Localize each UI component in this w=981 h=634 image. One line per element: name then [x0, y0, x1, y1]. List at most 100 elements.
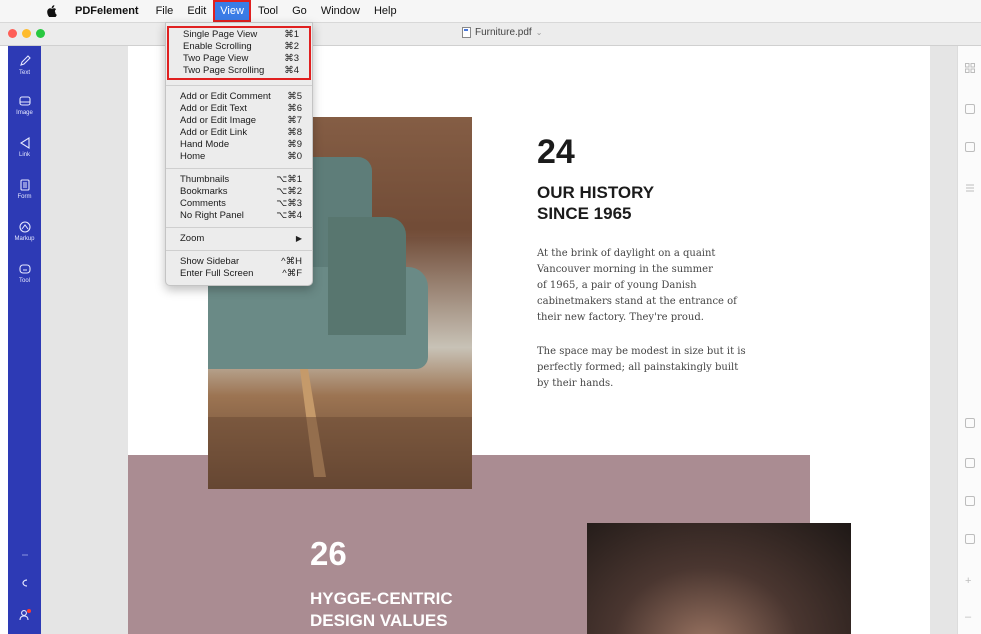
history-paragraph-1: At the brink of daylight on a quaint Van… [537, 248, 737, 323]
form-icon [19, 179, 30, 191]
tool-text-label: Text [18, 70, 30, 76]
tool-image[interactable]: Image [8, 94, 41, 116]
tool-form-label: Form [17, 194, 32, 200]
tool-tool[interactable]: Tool [8, 262, 41, 284]
tool-text[interactable]: Text [8, 54, 41, 76]
tool-image-label: Image [16, 110, 33, 116]
menu-item-shortcut: ⌥⌘3 [276, 198, 302, 209]
menu-separator [166, 227, 312, 228]
thumbnail-icon[interactable] [965, 418, 975, 428]
pencil-icon [19, 55, 31, 66]
image-icon [18, 96, 31, 106]
apple-icon[interactable] [44, 5, 58, 17]
tool-tool-label: Tool [18, 278, 30, 284]
menu-item-shortcut: ⌘1 [284, 29, 299, 40]
menu-bar: PDFelement File Edit View Tool Go Window… [0, 0, 981, 23]
page-icon[interactable] [965, 104, 975, 114]
bookmark-icon[interactable] [965, 142, 975, 152]
menu-item-hand-mode[interactable]: Hand Mode ⌘9 [166, 139, 312, 151]
menu-go[interactable]: Go [285, 0, 314, 22]
menu-item-shortcut: ⌘5 [287, 91, 302, 102]
layers-icon[interactable] [965, 458, 975, 468]
page-number-26: 26 [310, 535, 347, 572]
zoom-window-button[interactable] [36, 29, 45, 38]
menu-item-shortcut: ⌘9 [287, 139, 302, 150]
view-menu-dropdown: Single Page View ⌘1 Enable Scrolling ⌘2 Tw… [165, 22, 313, 286]
menu-item-thumbnails[interactable]: Thumbnails ⌥⌘1 [166, 174, 312, 186]
tool-link[interactable]: Link [8, 136, 41, 158]
tool-markup[interactable]: Markup [8, 220, 41, 242]
window-titlebar: Furniture.pdf ⌄ [0, 23, 981, 46]
markup-icon [18, 221, 31, 233]
grid-view-icon[interactable] [965, 60, 975, 73]
zoom-out-icon[interactable]: – [965, 612, 975, 623]
menu-item-label: Enable Scrolling [183, 41, 252, 52]
menu-item-two-page-scrolling[interactable]: Two Page Scrolling ⌘4 [169, 65, 309, 77]
menu-tool[interactable]: Tool [251, 0, 285, 22]
minimize-window-button[interactable] [22, 29, 31, 38]
traffic-lights [8, 29, 45, 38]
menu-item-shortcut: ⌘7 [287, 115, 302, 126]
lamp-photo [587, 523, 851, 634]
menu-edit[interactable]: Edit [180, 0, 213, 22]
menu-item-single-page-view[interactable]: Single Page View ⌘1 [169, 29, 309, 41]
menu-item-add-edit-text[interactable]: Add or Edit Text ⌘6 [166, 103, 312, 115]
menu-item-shortcut: ⌥⌘4 [276, 210, 302, 221]
menu-item-shortcut: ⌘8 [287, 127, 302, 138]
menu-item-shortcut: ⌥⌘2 [276, 186, 302, 197]
menu-item-label: No Right Panel [180, 210, 244, 221]
menu-item-no-right-panel[interactable]: No Right Panel ⌥⌘4 [166, 210, 312, 222]
menu-item-label: Two Page Scrolling [183, 65, 265, 76]
menu-pdfelement[interactable]: PDFelement [68, 0, 149, 22]
menu-item-shortcut: ⌘3 [284, 53, 299, 64]
menu-item-home[interactable]: Home ⌘0 [166, 151, 312, 163]
tool-form[interactable]: Form [8, 178, 41, 200]
menu-item-label: Two Page View [183, 53, 249, 64]
comments-panel-icon[interactable] [965, 534, 975, 544]
menu-item-add-edit-image[interactable]: Add or Edit Image ⌘7 [166, 115, 312, 127]
menu-file[interactable]: File [149, 0, 181, 22]
menu-item-add-edit-link[interactable]: Add or Edit Link ⌘8 [166, 127, 312, 139]
menu-window[interactable]: Window [314, 0, 367, 22]
menu-item-enable-scrolling[interactable]: Enable Scrolling ⌘2 [169, 41, 309, 53]
list-icon[interactable] [965, 180, 975, 192]
menu-item-label: Add or Edit Link [180, 127, 248, 138]
document-title[interactable]: Furniture.pdf ⌄ [462, 27, 542, 38]
menu-item-add-edit-comment[interactable]: Add or Edit Comment ⌘5 [166, 91, 312, 103]
chevron-down-icon: ⌄ [535, 28, 543, 37]
close-window-button[interactable] [8, 29, 17, 38]
account-icon[interactable] [8, 608, 41, 622]
menu-view[interactable]: View [213, 0, 251, 22]
right-panel-rail: + – [957, 46, 981, 634]
history-heading: OUR HISTORY SINCE 1965 [537, 183, 655, 223]
menu-item-show-sidebar[interactable]: Show Sidebar ^⌘H [166, 256, 312, 268]
menu-help[interactable]: Help [367, 0, 404, 22]
menu-separator [166, 85, 312, 86]
menu-item-shortcut: ^⌘F [282, 268, 302, 279]
tool-markup-label: Markup [14, 236, 35, 242]
submenu-arrow-icon: ▶ [295, 234, 302, 243]
menu-item-enter-full-screen[interactable]: Enter Full Screen ^⌘F [166, 268, 312, 280]
menu-item-shortcut: ⌘2 [284, 41, 299, 52]
menu-item-shortcut: ⌥⌘1 [276, 174, 302, 185]
menu-item-label: Show Sidebar [180, 256, 240, 267]
menu-item-shortcut: ⌘6 [287, 103, 302, 114]
menu-item-label: Comments [180, 198, 226, 209]
menu-item-bookmarks[interactable]: Bookmarks ⌥⌘2 [166, 186, 312, 198]
back-icon[interactable] [8, 578, 41, 588]
menu-item-zoom[interactable]: Zoom ▶ [166, 233, 312, 245]
menu-item-label: Zoom [180, 233, 205, 244]
attachment-icon[interactable] [965, 496, 975, 506]
menu-item-label: Enter Full Screen [180, 268, 254, 279]
history-paragraph-2: The space may be modest in size but it i… [537, 346, 746, 389]
view-mode-group: Single Page View ⌘1 Enable Scrolling ⌘2 Tw… [167, 26, 311, 80]
zoom-in-icon[interactable]: + [965, 576, 975, 587]
menu-item-comments[interactable]: Comments ⌥⌘3 [166, 198, 312, 210]
menu-item-two-page-view[interactable]: Two Page View ⌘3 [169, 53, 309, 65]
menu-item-label: Hand Mode [180, 139, 230, 150]
collapse-icon[interactable] [8, 550, 41, 560]
tool-link-label: Link [18, 152, 30, 158]
link-icon [19, 137, 30, 149]
menu-item-shortcut: ^⌘H [281, 256, 302, 267]
menu-separator [166, 250, 312, 251]
